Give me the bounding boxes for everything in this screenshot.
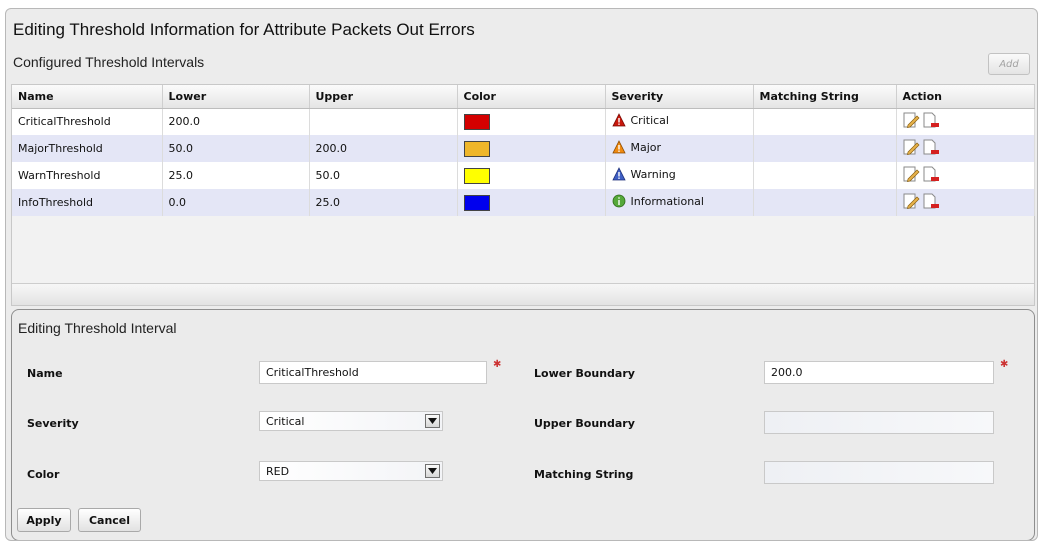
name-input[interactable]: CriticalThreshold: [259, 361, 487, 384]
cell-name: WarnThreshold: [12, 162, 163, 189]
color-select[interactable]: RED: [259, 461, 443, 481]
cell-action: [896, 135, 1035, 162]
apply-button[interactable]: Apply: [17, 508, 71, 532]
column-header-color[interactable]: Color: [457, 85, 606, 109]
column-header-action[interactable]: Action: [896, 85, 1035, 109]
intervals-section-title: Configured Threshold Intervals: [13, 54, 205, 70]
edit-icon[interactable]: [903, 166, 920, 182]
cell-color: [457, 162, 606, 189]
cell-lower: 25.0: [162, 162, 310, 189]
cell-color: [457, 189, 606, 216]
cell-lower: 50.0: [162, 135, 310, 162]
cell-name: InfoThreshold: [12, 189, 163, 216]
cell-matching-string: [753, 135, 897, 162]
required-marker-icon: ✱: [1000, 359, 1009, 370]
color-swatch: [463, 113, 490, 130]
cell-name: CriticalThreshold: [12, 108, 163, 135]
table-row[interactable]: InfoThreshold 0.0 25.0 Informational: [12, 189, 1035, 216]
severity-label: Critical: [630, 113, 669, 127]
lower-boundary-label: Lower Boundary: [534, 367, 635, 380]
chevron-down-icon[interactable]: [425, 414, 440, 428]
delete-icon[interactable]: [923, 166, 940, 182]
table-footer: [12, 283, 1034, 305]
info-icon: [612, 194, 625, 208]
cell-color: [457, 108, 606, 135]
color-swatch: [463, 194, 490, 211]
intervals-table: Name Lower Upper Color Severity Matching…: [11, 84, 1035, 306]
cell-severity: Warning: [605, 162, 754, 189]
column-header-severity[interactable]: Severity: [605, 85, 754, 109]
threshold-editor-window: Editing Threshold Information for Attrib…: [5, 8, 1038, 541]
cell-severity: Critical: [605, 108, 754, 135]
warning-icon: [611, 167, 626, 181]
cell-severity: Major: [605, 135, 754, 162]
severity-label: Severity: [27, 417, 79, 430]
severity-label: Major: [630, 140, 662, 154]
lower-boundary-input[interactable]: 200.0: [764, 361, 994, 384]
color-swatch: [463, 167, 490, 184]
column-header-matching-string[interactable]: Matching String: [753, 85, 897, 109]
upper-boundary-input[interactable]: [764, 411, 994, 434]
color-label: Color: [27, 468, 60, 481]
cell-upper: 200.0: [309, 135, 458, 162]
delete-icon[interactable]: [923, 193, 940, 209]
column-header-lower[interactable]: Lower: [162, 85, 310, 109]
delete-icon[interactable]: [923, 112, 940, 128]
cell-action: [896, 108, 1035, 135]
interval-editor-panel: Editing Threshold Interval Name Critical…: [11, 309, 1035, 540]
name-label: Name: [27, 367, 63, 380]
table-row[interactable]: CriticalThreshold 200.0 Critical: [12, 108, 1035, 135]
matching-string-input[interactable]: [764, 461, 994, 484]
cell-severity: Informational: [605, 189, 754, 216]
edit-icon[interactable]: [903, 112, 920, 129]
cell-matching-string: [753, 189, 897, 216]
cell-color: [457, 135, 606, 162]
cell-name: MajorThreshold: [12, 135, 163, 162]
table-row[interactable]: MajorThreshold 50.0 200.0 Major: [12, 135, 1035, 162]
cell-action: [896, 162, 1035, 189]
page-title: Editing Threshold Information for Attrib…: [13, 20, 475, 39]
critical-icon: [611, 113, 626, 127]
color-select-value: RED: [266, 464, 290, 478]
cell-upper: [309, 108, 458, 135]
cell-upper: 25.0: [309, 189, 458, 216]
edit-icon[interactable]: [903, 139, 920, 155]
severity-select[interactable]: Critical: [259, 411, 443, 431]
cancel-button[interactable]: Cancel: [78, 508, 141, 532]
cell-upper: 50.0: [309, 162, 458, 189]
cell-matching-string: [753, 162, 897, 189]
cell-lower: 200.0: [162, 108, 310, 135]
upper-boundary-label: Upper Boundary: [534, 417, 635, 430]
editor-title: Editing Threshold Interval: [18, 320, 177, 336]
add-button[interactable]: Add: [988, 53, 1030, 75]
delete-icon[interactable]: [923, 139, 940, 155]
color-swatch: [463, 140, 490, 157]
matching-string-label: Matching String: [534, 468, 634, 481]
required-marker-icon: ✱: [493, 359, 502, 370]
severity-select-value: Critical: [266, 414, 305, 428]
column-header-name[interactable]: Name: [12, 85, 163, 109]
edit-icon[interactable]: [903, 193, 920, 209]
column-header-upper[interactable]: Upper: [309, 85, 458, 109]
table-row[interactable]: WarnThreshold 25.0 50.0 Warning: [12, 162, 1035, 189]
chevron-down-icon[interactable]: [425, 464, 440, 478]
cell-lower: 0.0: [162, 189, 310, 216]
cell-action: [896, 189, 1035, 216]
severity-label: Informational: [630, 194, 704, 208]
cell-matching-string: [753, 108, 897, 135]
severity-label: Warning: [630, 167, 676, 181]
major-icon: [611, 140, 626, 154]
